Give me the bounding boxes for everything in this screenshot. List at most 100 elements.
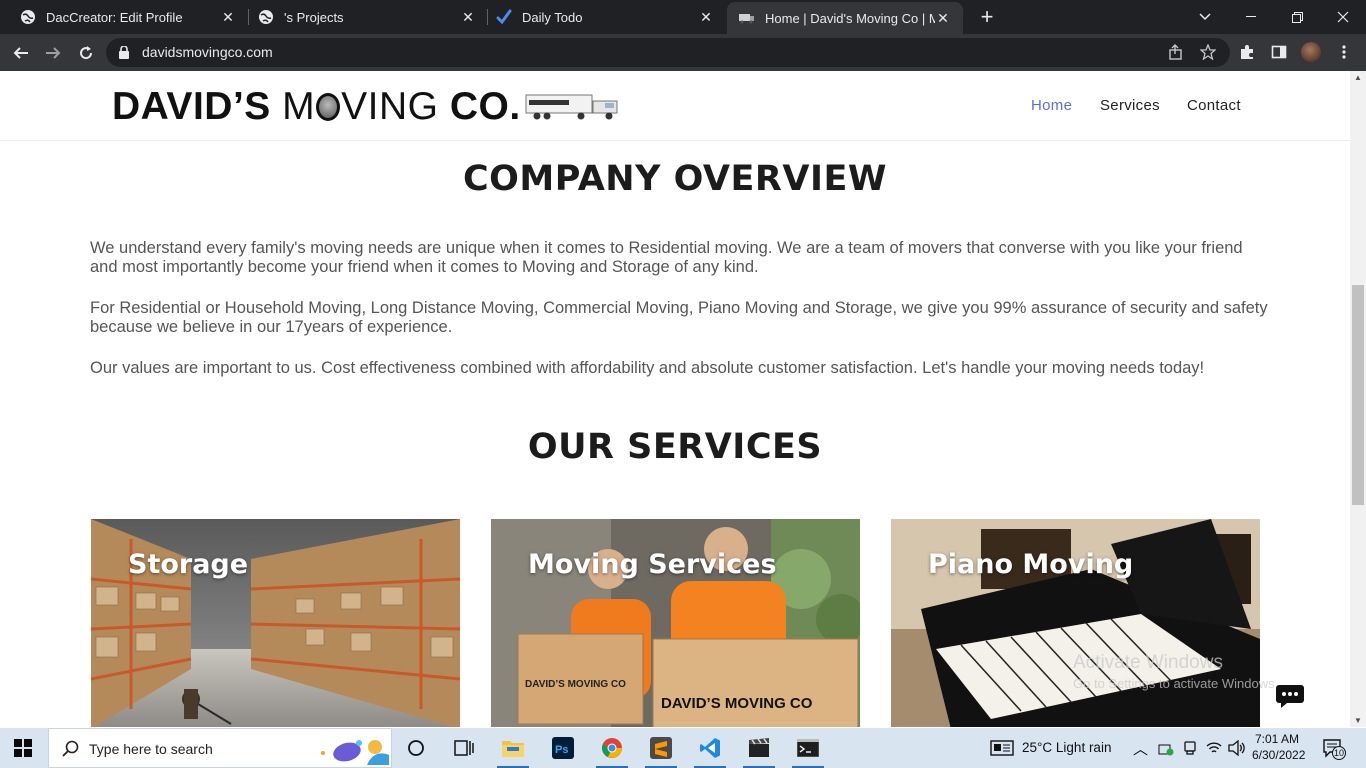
news-widget-icon[interactable] <box>990 740 1014 756</box>
minimize-button[interactable] <box>1228 0 1274 34</box>
site-header: DAVID’S M VING CO. Home Services Contact <box>0 71 1350 141</box>
bookmark-star-icon[interactable] <box>1198 42 1218 62</box>
overview-paragraph-1: We understand every family's moving need… <box>90 239 1243 276</box>
logo-word-co: CO. <box>449 85 521 128</box>
moving-card-title: Moving Services <box>528 549 777 580</box>
logo-truck-icon <box>525 94 618 120</box>
clapperboard-icon <box>749 738 769 757</box>
tab-daccreator[interactable]: DacCreator: Edit Profile ✕ <box>0 0 248 34</box>
truck-favicon-icon <box>739 10 755 26</box>
address-bar[interactable]: davidsmovingco.com <box>106 38 1230 67</box>
tab-search-button[interactable] <box>1182 0 1228 34</box>
system-clock[interactable]: 7:01 AM 6/30/2022 <box>1252 731 1306 763</box>
clock-date: 6/30/2022 <box>1252 748 1306 762</box>
profile-avatar[interactable] <box>1301 42 1321 62</box>
task-view-button[interactable] <box>440 728 488 768</box>
service-card-storage[interactable]: Storage <box>91 519 460 727</box>
file-explorer-app[interactable] <box>489 728 537 768</box>
side-panel-icon[interactable] <box>1269 42 1289 62</box>
forward-button[interactable] <box>40 40 66 66</box>
globe-icon <box>20 9 36 25</box>
overview-heading: COMPANY OVERVIEW <box>462 159 887 199</box>
weather-widget[interactable]: 25°C Light rain <box>1022 740 1111 755</box>
watermark-line-2: Go to Settings to activate Windows. <box>1073 676 1279 691</box>
reload-icon <box>80 46 93 60</box>
sublime-text-icon <box>650 737 672 759</box>
terminal-icon <box>797 739 819 757</box>
notification-center-button[interactable]: 10 <box>1322 738 1346 760</box>
windows-taskbar: Type here to search Ps 25°C Light rain ︿ <box>0 728 1366 768</box>
search-placeholder: Type here to search <box>89 741 213 757</box>
video-editor-app[interactable] <box>735 728 783 768</box>
logo-letter-m: M <box>282 85 316 128</box>
extensions-puzzle-icon[interactable] <box>1237 42 1257 62</box>
box-logo-text: DAVID’S MOVING CO <box>661 695 813 712</box>
browser-tab-strip: DacCreator: Edit Profile ✕ 's Projects ✕… <box>0 0 1366 34</box>
web-page: DAVID’S M VING CO. Home Services Contact … <box>0 71 1350 727</box>
search-icon <box>62 740 79 757</box>
close-window-button[interactable] <box>1320 0 1366 34</box>
nav-home[interactable]: Home <box>1031 97 1072 114</box>
wifi-icon[interactable] <box>1206 741 1222 755</box>
chrome-icon <box>602 738 622 758</box>
windows-start-icon[interactable] <box>14 739 32 757</box>
photoshop-icon: Ps <box>552 737 574 759</box>
close-icon[interactable]: ✕ <box>220 9 236 25</box>
back-button[interactable] <box>8 40 34 66</box>
service-card-piano[interactable]: Piano Moving <box>891 519 1260 727</box>
cortana-button[interactable] <box>392 728 440 768</box>
checkmark-icon <box>496 9 512 25</box>
sublime-text-app[interactable] <box>637 728 685 768</box>
logo-word-davids: DAVID’S <box>112 85 271 128</box>
reload-button[interactable] <box>73 40 99 66</box>
overview-paragraph-3: Our values are important to us. Cost eff… <box>90 359 1205 377</box>
nav-services[interactable]: Services <box>1100 97 1160 114</box>
tab-daily-todo[interactable]: Daily Todo ✕ <box>476 0 726 34</box>
overview-paragraph-2: For Residential or Household Moving, Lon… <box>90 299 1268 336</box>
nav-contact[interactable]: Contact <box>1187 97 1241 114</box>
terminal-app[interactable] <box>784 728 832 768</box>
arrow-left-icon <box>13 47 28 59</box>
service-card-moving[interactable]: DAVID’S MOVING CO DAVID’S MOVING CO Movi… <box>491 519 860 727</box>
browser-toolbar: davidsmovingco.com <box>0 34 1366 71</box>
more-menu-icon[interactable] <box>1334 42 1354 62</box>
clock-time: 7:01 AM <box>1254 732 1300 746</box>
close-icon[interactable]: ✕ <box>460 9 476 25</box>
new-tab-button[interactable]: + <box>975 4 999 29</box>
chat-bubble-icon[interactable] <box>1273 677 1309 713</box>
scroll-thumb[interactable] <box>1352 285 1364 505</box>
chevron-down-icon <box>1199 13 1211 21</box>
globe-icon <box>258 9 274 25</box>
svg-text:DAVID’S MOVING CO: DAVID’S MOVING CO <box>525 679 626 690</box>
task-view-icon <box>454 740 474 756</box>
photoshop-app[interactable]: Ps <box>539 728 587 768</box>
scroll-up-arrow-icon[interactable]: ▲ <box>1354 73 1362 82</box>
cortana-circle-icon <box>408 740 424 756</box>
security-shield-icon[interactable] <box>1158 742 1174 756</box>
vscode-app[interactable] <box>686 728 734 768</box>
scroll-down-arrow-icon[interactable]: ▼ <box>1354 716 1362 725</box>
activate-windows-watermark: Activate Windows Go to Settings to activ… <box>1073 652 1278 691</box>
tab-davids-moving-co[interactable]: Home | David's Moving Co | Mov ✕ <box>727 2 963 34</box>
svg-text:Ps: Ps <box>555 744 568 756</box>
share-icon[interactable] <box>1166 42 1186 62</box>
watermark-line-1: Activate Windows <box>1073 652 1223 673</box>
tab-projects[interactable]: 's Projects ✕ <box>238 0 488 34</box>
speaker-volume-icon[interactable] <box>1228 740 1246 756</box>
taskbar-search-box[interactable]: Type here to search <box>48 728 392 768</box>
chrome-app[interactable] <box>588 728 636 768</box>
chevron-up-icon[interactable]: ︿ <box>1133 738 1148 759</box>
storage-card-title: Storage <box>128 549 249 580</box>
site-logo[interactable]: DAVID’S M VING CO. <box>112 85 621 129</box>
logo-word-ving: VING <box>341 85 439 128</box>
close-icon[interactable]: ✕ <box>698 9 714 25</box>
lock-icon <box>119 46 129 59</box>
arrow-right-icon <box>46 47 61 59</box>
page-scrollbar[interactable]: ▲ ▼ <box>1350 71 1366 727</box>
restore-button[interactable] <box>1274 0 1320 34</box>
services-heading: OUR SERVICES <box>527 427 823 467</box>
device-icon[interactable] <box>1183 741 1197 755</box>
piano-card-title: Piano Moving <box>928 549 1134 580</box>
vscode-icon <box>700 738 720 758</box>
close-icon[interactable]: ✕ <box>935 10 951 26</box>
